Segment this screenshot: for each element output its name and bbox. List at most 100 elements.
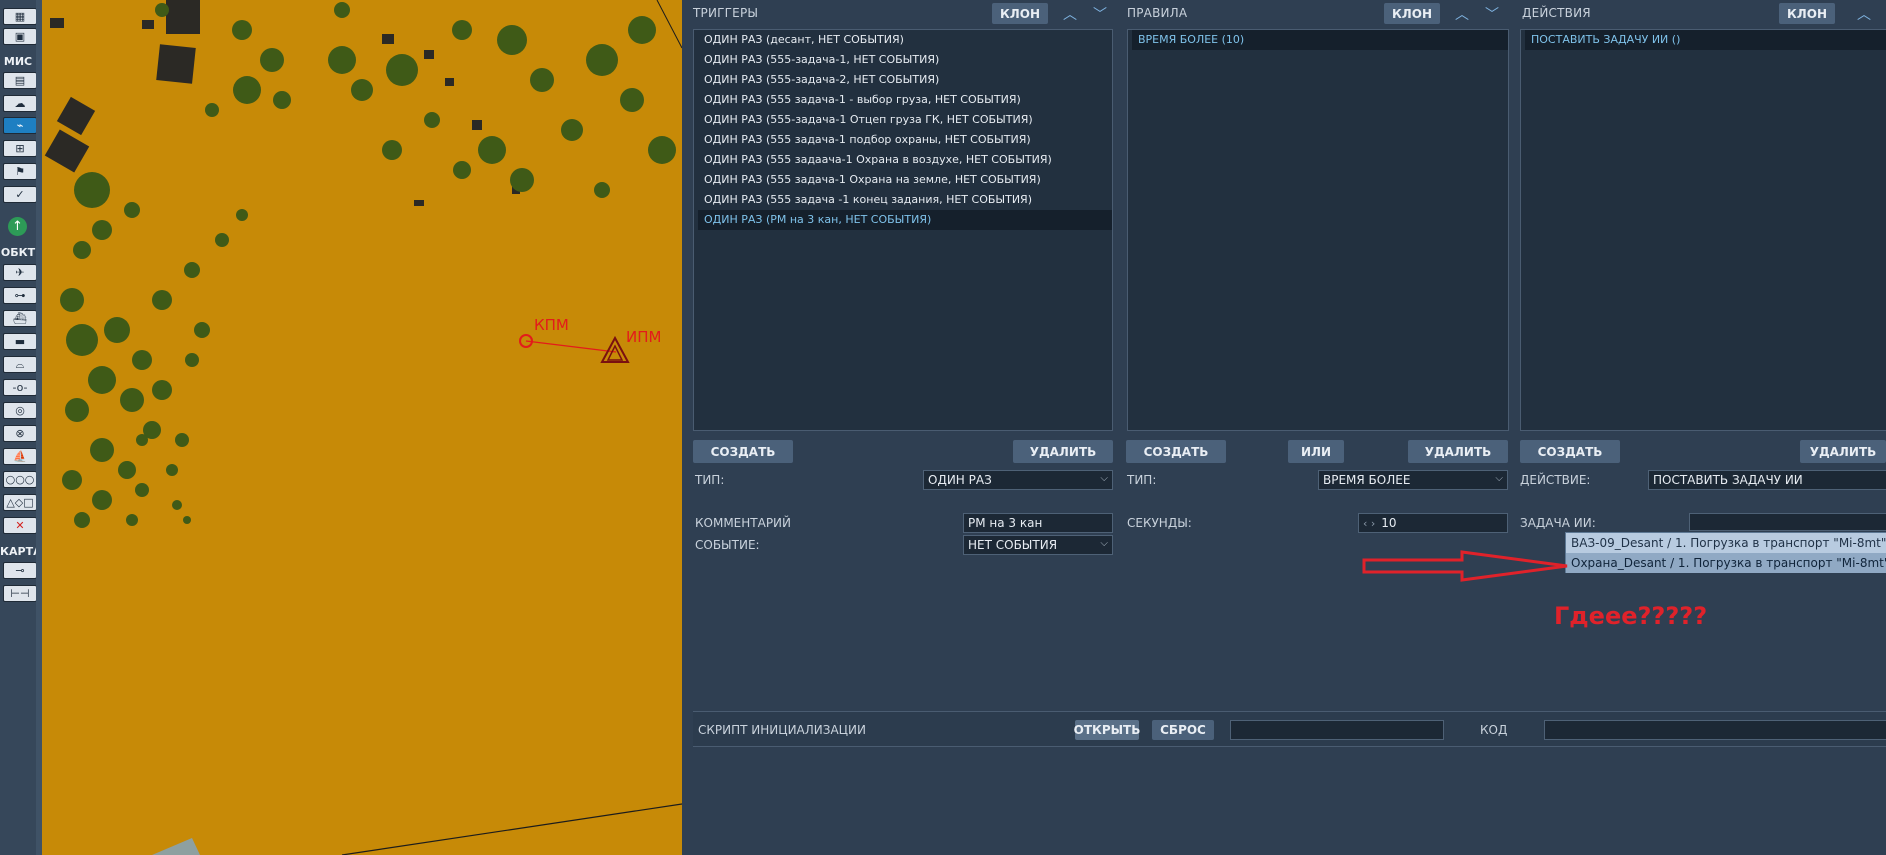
actions-title: ДЕЙСТВИЯ <box>1522 6 1591 20</box>
trigger-list-item-selected[interactable]: ОДИН РАЗ (РМ на 3 кан, НЕТ СОБЫТИЯ) <box>698 210 1112 230</box>
rule-list-item-selected[interactable]: ВРЕМЯ БОЛЕЕ (10) <box>1132 30 1508 50</box>
target-circle-icon[interactable]: ◎ <box>3 402 37 419</box>
shapes-icon[interactable]: △◇□ <box>3 494 37 511</box>
action-type-label: ДЕЙСТВИЕ: <box>1520 473 1591 487</box>
rules-list[interactable]: ВРЕМЯ БОЛЕЕ (10) <box>1127 29 1509 431</box>
ipm-label: ИПМ <box>626 328 662 346</box>
airplane-icon[interactable]: ✈ <box>3 264 37 281</box>
rule-seconds-label: СЕКУНДЫ: <box>1127 516 1192 530</box>
rules-move-down-icon[interactable]: ﹀ <box>1482 4 1502 24</box>
actions-list[interactable]: ПОСТАВИТЬ ЗАДАЧУ ИИ () <box>1520 29 1886 431</box>
action-type-select[interactable]: ПОСТАВИТЬ ЗАДАЧУ ИИ <box>1648 470 1886 490</box>
flag-icon[interactable]: ⚑ <box>3 163 37 180</box>
script-file-input[interactable] <box>1230 720 1444 740</box>
rules-clone-button[interactable]: КЛОН <box>1384 3 1440 24</box>
ai-task-option-highlighted[interactable]: Охрана_Desant / 1. Погрузка в транспорт … <box>1566 553 1886 573</box>
tank-icon[interactable]: ▬ <box>3 333 37 350</box>
trigger-icon[interactable]: ⌁ <box>3 117 37 134</box>
code-input[interactable] <box>1544 720 1886 740</box>
clipboard-icon[interactable]: ▤ <box>3 72 37 89</box>
kpm-label: КПМ <box>534 316 569 334</box>
target-icon[interactable]: ⊞ <box>3 140 37 157</box>
section-mis-label: МИС <box>3 55 33 68</box>
trigger-list-item[interactable]: ОДИН РАЗ (555-задача-2, НЕТ СОБЫТИЯ) <box>698 70 1112 90</box>
trigger-event-label: СОБЫТИЕ: <box>695 538 760 552</box>
trigger-list-item[interactable]: ОДИН РАЗ (555-задача-1, НЕТ СОБЫТИЯ) <box>698 50 1112 70</box>
triggers-delete-button[interactable]: УДАЛИТЬ <box>1013 440 1113 463</box>
formation-icon[interactable]: ○○○ <box>3 471 37 488</box>
key-icon[interactable]: ⊸ <box>3 562 37 579</box>
map-canvas <box>44 0 682 855</box>
section-obkt-label: ОБКТ <box>0 246 36 259</box>
delete-icon[interactable]: ✕ <box>3 517 37 534</box>
action-type-value: ПОСТАВИТЬ ЗАДАЧУ ИИ <box>1653 473 1803 487</box>
trigger-event-value: НЕТ СОБЫТИЯ <box>968 538 1058 552</box>
check-icon[interactable]: ✓ <box>3 186 37 203</box>
init-script-label: СКРИПТ ИНИЦИАЛИЗАЦИИ <box>698 723 866 737</box>
trigger-comment-label: КОММЕНТАРИЙ <box>695 516 792 530</box>
triggers-title: ТРИГГЕРЫ <box>693 6 759 20</box>
trigger-event-select[interactable]: НЕТ СОБЫТИЯ ⌵ <box>963 535 1113 555</box>
trigger-list-item[interactable]: ОДИН РАЗ (555 задача -1 конец задания, Н… <box>698 190 1112 210</box>
rule-seconds-value: 10 <box>1381 516 1397 530</box>
actions-clone-button[interactable]: КЛОН <box>1779 3 1835 24</box>
section-karta-label: КАРТА <box>0 545 42 558</box>
actions-delete-button[interactable]: УДАЛИТЬ <box>1800 440 1886 463</box>
building-icon[interactable]: ▦ <box>3 8 37 25</box>
triggers-move-up-icon[interactable]: ︿ <box>1060 4 1080 24</box>
triggers-list[interactable]: ОДИН РАЗ (десант, НЕТ СОБЫТИЯ) ОДИН РАЗ … <box>693 29 1113 431</box>
actions-create-button[interactable]: СОЗДАТЬ <box>1520 440 1620 463</box>
up-arrow-icon[interactable]: ↑ <box>8 217 27 236</box>
trigger-comment-value: РМ на 3 кан <box>968 516 1043 530</box>
forest-areas <box>60 2 676 528</box>
actions-move-up-icon[interactable]: ︿ <box>1854 4 1874 24</box>
chevron-down-icon: ⌵ <box>1100 473 1108 484</box>
trigger-list-item[interactable]: ОДИН РАЗ (десант, НЕТ СОБЫТИЯ) <box>698 30 1112 50</box>
action-list-item-selected[interactable]: ПОСТАВИТЬ ЗАДАЧУ ИИ () <box>1525 30 1886 50</box>
code-label: КОД <box>1480 723 1508 737</box>
ruler-icon[interactable]: ⊢⊣ <box>3 585 37 602</box>
weather-icon[interactable]: ☁ <box>3 95 37 112</box>
unit-marker <box>152 838 200 855</box>
trigger-comment-input[interactable]: РМ на 3 кан <box>963 513 1113 533</box>
triggers-clone-button[interactable]: КЛОН <box>992 3 1048 24</box>
save-icon[interactable]: ▣ <box>3 28 37 45</box>
trigger-list-item[interactable]: ОДИН РАЗ (555 задача-1 Охрана на земле, … <box>698 170 1112 190</box>
chevron-down-icon: ⌵ <box>1100 538 1108 549</box>
bridge-icon[interactable]: ⌓ <box>3 356 37 373</box>
trigger-type-value: ОДИН РАЗ <box>928 473 992 487</box>
rules-or-button[interactable]: ИЛИ <box>1288 440 1344 463</box>
road-line <box>656 0 682 49</box>
rule-type-label: ТИП: <box>1127 473 1157 487</box>
triggers-create-button[interactable]: СОЗДАТЬ <box>693 440 793 463</box>
helicopter-icon[interactable]: ⊶ <box>3 287 37 304</box>
ai-task-option[interactable]: ВАЗ-09_Desant / 1. Погрузка в транспорт … <box>1566 533 1886 553</box>
rules-create-button[interactable]: СОЗДАТЬ <box>1126 440 1226 463</box>
waypoint-icon[interactable]: -o- <box>3 379 37 396</box>
ipm-waypoint-icon[interactable] <box>600 335 630 363</box>
trigger-list-item[interactable]: ОДИН РАЗ (555 задача-1 подбор охраны, НЕ… <box>698 130 1112 150</box>
annotation-arrow-icon <box>1362 550 1568 582</box>
x-circle-icon[interactable]: ⊗ <box>3 425 37 442</box>
triggers-move-down-icon[interactable]: ﹀ <box>1090 4 1110 24</box>
trigger-list-item[interactable]: ОДИН РАЗ (555 задаача-1 Охрана в воздухе… <box>698 150 1112 170</box>
ai-task-select[interactable] <box>1689 513 1886 531</box>
ship-icon[interactable]: ⛴ <box>3 310 37 327</box>
rule-seconds-stepper[interactable]: ‹ › 10 <box>1358 513 1508 533</box>
boat-icon[interactable]: ⛵ <box>3 448 37 465</box>
ai-task-dropdown[interactable]: ВАЗ-09_Desant / 1. Погрузка в транспорт … <box>1565 532 1886 573</box>
open-script-button[interactable]: ОТКРЫТЬ <box>1074 720 1140 740</box>
rules-delete-button[interactable]: УДАЛИТЬ <box>1408 440 1508 463</box>
trigger-type-label: ТИП: <box>695 473 725 487</box>
map-view[interactable]: КПМ ИПМ <box>42 0 682 855</box>
route-line <box>525 340 617 353</box>
reset-script-button[interactable]: СБРОС <box>1152 720 1214 740</box>
stepper-arrows-icon[interactable]: ‹ › <box>1363 517 1375 530</box>
rules-move-up-icon[interactable]: ︿ <box>1452 4 1472 24</box>
road-line <box>341 803 682 855</box>
trigger-list-item[interactable]: ОДИН РАЗ (555 задача-1 - выбор груза, НЕ… <box>698 90 1112 110</box>
trigger-list-item[interactable]: ОДИН РАЗ (555-задача-1 Отцеп груза ГК, Н… <box>698 110 1112 130</box>
trigger-type-select[interactable]: ОДИН РАЗ ⌵ <box>923 470 1113 490</box>
rule-type-select[interactable]: ВРЕМЯ БОЛЕЕ ⌵ <box>1318 470 1508 490</box>
ai-task-label: ЗАДАЧА ИИ: <box>1520 516 1596 530</box>
